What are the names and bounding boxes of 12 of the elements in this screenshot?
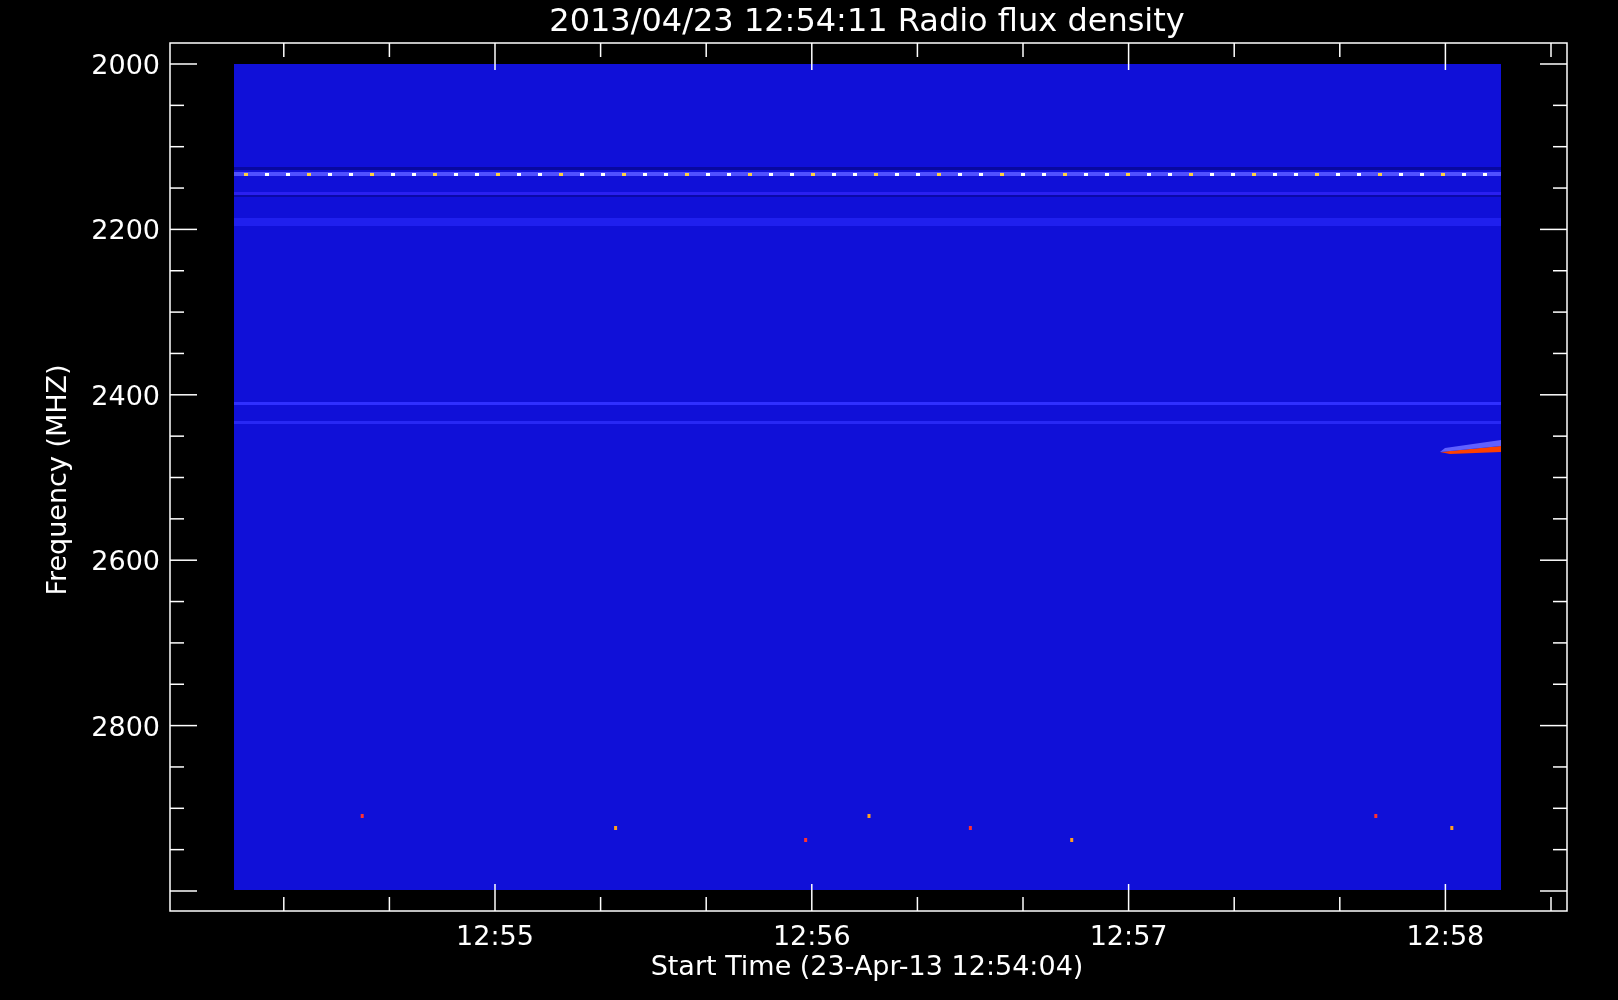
y-tick-label: 2400 bbox=[91, 379, 160, 411]
y-tick-label: 2600 bbox=[91, 545, 160, 577]
x-axis-label: Start Time (23-Apr-13 12:54:04) bbox=[650, 950, 1084, 981]
y-tick-label: 2800 bbox=[91, 710, 160, 742]
y-tick-label: 2200 bbox=[91, 214, 160, 246]
x-tick-label: 12:57 bbox=[1089, 920, 1168, 951]
x-tick-label: 12:55 bbox=[456, 920, 534, 951]
chart-title: 2013/04/23 12:54:11 Radio flux density bbox=[549, 1, 1185, 39]
x-tick-label: 12:56 bbox=[772, 920, 851, 951]
x-tick-label: 12:58 bbox=[1406, 920, 1485, 951]
y-tick-label: 2000 bbox=[91, 49, 160, 80]
y-axis-label: Frequency (MHZ) bbox=[41, 364, 72, 596]
